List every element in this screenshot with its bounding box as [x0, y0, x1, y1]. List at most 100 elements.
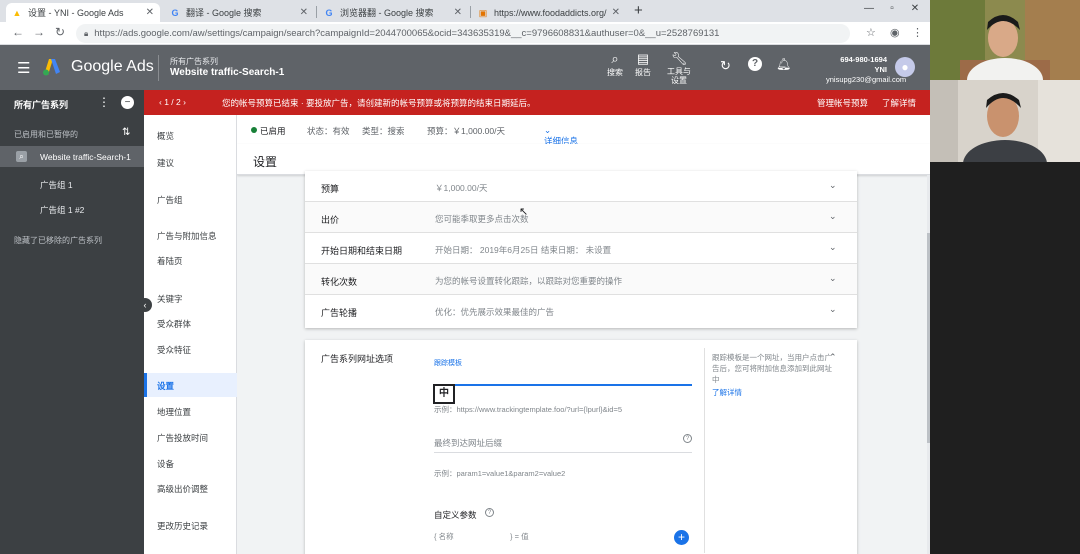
search-button[interactable]: ⌕ 搜索: [602, 51, 628, 78]
google-g-icon: G: [171, 7, 179, 18]
browser-tab-translate[interactable]: G 翻译 - Google 搜索 ✕: [164, 3, 314, 22]
page-menu-bid-adjustments[interactable]: 高级出价调整: [157, 483, 208, 495]
page-menu-landing-pages[interactable]: 着陆页: [157, 255, 183, 267]
tab-strip: ▲ 设置 - YNI - Google Ads ✕ G 翻译 - Google …: [0, 0, 930, 22]
star-icon[interactable]: ☆: [866, 26, 876, 39]
campaign-name[interactable]: Website traffic-Search-1: [170, 67, 284, 78]
reload-icon[interactable]: ↻: [55, 25, 65, 39]
account-info[interactable]: 694-980-1694 YNI ynisupg230@gmail.com: [826, 55, 906, 85]
new-tab-button[interactable]: +: [634, 2, 643, 19]
page-menu-audiences[interactable]: 受众群体: [157, 318, 191, 330]
manage-budget-link[interactable]: 管理帐号预算: [817, 97, 868, 109]
minimize-icon[interactable]: —: [859, 0, 879, 18]
param-value-input[interactable]: } = 值: [510, 531, 529, 542]
page-menu: 概览 建议 广告组 广告与附加信息 着陆页 关键字 受众群体 受众特征 设置 地…: [138, 115, 237, 554]
selected-campaign-item[interactable]: ⌕ Website traffic-Search-1: [0, 146, 144, 167]
setting-row-budget[interactable]: 预算 ￥1,000.00/天 ⌄: [305, 171, 857, 202]
address-bar[interactable]: 🔒︎ https://ads.google.com/aw/settings/ca…: [76, 24, 850, 43]
page-menu-recommendations[interactable]: 建议: [157, 157, 174, 169]
page-title: 设置: [253, 155, 278, 169]
chevron-up-icon[interactable]: ⌃: [829, 352, 837, 363]
bell-icon[interactable]: 🔔︎: [776, 57, 791, 71]
page-menu-locations[interactable]: 地理位置: [157, 406, 191, 418]
menu-icon[interactable]: ⋮: [912, 26, 923, 39]
report-icon: ▤: [636, 51, 650, 66]
main-content: 已启用 状态：有效 类型：搜索 预算：￥1,000.00/天 详细信息 ⌄ 设置…: [237, 115, 930, 554]
setting-row-conversions[interactable]: 转化次数 为您的帐号设置转化跟踪，以跟踪对您重要的操作 ⌄: [305, 264, 857, 295]
help-icon[interactable]: ?: [485, 508, 494, 517]
app-name: Google Ads: [71, 58, 154, 75]
ad-group-item[interactable]: 广告组 1: [40, 179, 73, 191]
google-ads-icon: ▲: [12, 7, 22, 18]
close-icon[interactable]: ✕: [612, 7, 620, 18]
alert-pager[interactable]: ‹ 1 / 2 ›: [159, 97, 186, 107]
learn-more-link[interactable]: 了解详情: [712, 387, 742, 398]
setting-row-bidding[interactable]: 出价 您可能季取更多点击次数 ⌄: [305, 202, 857, 233]
back-icon[interactable]: ←: [12, 25, 24, 39]
add-parameter-button[interactable]: +: [674, 530, 689, 545]
close-icon[interactable]: ✕: [300, 7, 308, 18]
status-enabled[interactable]: 已启用: [260, 125, 286, 137]
help-icon[interactable]: ?: [683, 434, 692, 443]
url-text: https://ads.google.com/aw/settings/campa…: [94, 28, 720, 39]
more-options-icon[interactable]: ⋮: [98, 95, 110, 109]
menu-icon[interactable]: ☰: [17, 59, 30, 77]
help-divider: [704, 348, 705, 553]
page-icon: ▣: [478, 7, 488, 18]
webcam-feed-2: [930, 80, 1080, 162]
setting-row-dates[interactable]: 开始日期和结束日期 开始日期： 2019年6月25日 结束日期： 未设置 ⌄: [305, 233, 857, 264]
avatar[interactable]: ●: [895, 57, 915, 77]
tracking-template-example: 示例：https://www.trackingtemplate.foo/?url…: [434, 405, 623, 414]
collapse-icon[interactable]: ‹: [138, 298, 152, 312]
search-campaign-icon: ⌕: [16, 151, 27, 162]
tracking-template-label: 跟踪模板: [434, 360, 462, 367]
removed-campaigns-note[interactable]: 隐藏了已移除的广告系列: [14, 235, 102, 246]
param-name-input[interactable]: { 名称: [434, 531, 454, 542]
page-menu-overview[interactable]: 概览: [157, 130, 174, 142]
tools-button[interactable]: 🔧︎ 工具与设置: [664, 51, 694, 85]
final-url-suffix-input[interactable]: 最终到达网址后缀: [434, 437, 502, 449]
window-icon[interactable]: ▫: [882, 0, 902, 18]
refresh-icon[interactable]: ↻: [720, 58, 731, 74]
tab-title: https://www.foodaddicts.org/: [494, 7, 607, 18]
page-menu-ads-extensions[interactable]: 广告与附加信息: [157, 230, 217, 242]
webcam-person-2: [930, 80, 1080, 162]
breadcrumb[interactable]: 所有广告系列: [170, 56, 218, 67]
page-menu-keywords[interactable]: 关键字: [157, 293, 183, 305]
ad-group-item[interactable]: 广告组 1 #2: [40, 204, 84, 216]
webcam-feed-1: [930, 0, 1080, 80]
page-menu-devices[interactable]: 设备: [157, 458, 174, 470]
close-icon[interactable]: ✕: [146, 7, 154, 18]
close-icon[interactable]: ✕: [454, 7, 462, 18]
campaign-status-row: 已启用 状态：有效 类型：搜索 预算：￥1,000.00/天 详细信息 ⌄: [237, 115, 930, 146]
profile-icon[interactable]: ◉: [890, 26, 900, 39]
enabled-status-icon: [251, 127, 257, 133]
lock-icon: 🔒︎: [84, 28, 89, 38]
add-icon[interactable]: −: [121, 96, 134, 109]
forward-icon[interactable]: →: [33, 25, 45, 39]
browser-tab-foodaddicts[interactable]: ▣ https://www.foodaddicts.org/ ✕: [472, 3, 626, 22]
details-link[interactable]: 详细信息 ⌄: [544, 125, 578, 146]
tab-title: 设置 - YNI - Google Ads: [28, 8, 124, 18]
page-menu-ad-schedule[interactable]: 广告投放时间: [157, 432, 208, 444]
chevron-down-icon: ⌄: [829, 273, 837, 283]
page-menu-ad-groups[interactable]: 广告组: [157, 194, 183, 206]
tracking-template-input[interactable]: [434, 384, 692, 386]
google-g-icon: G: [325, 7, 333, 18]
campaign-filter[interactable]: 已启用和已暂停的: [14, 129, 78, 140]
learn-more-link[interactable]: 了解详情: [882, 97, 916, 109]
page-menu-change-history[interactable]: 更改历史记录: [157, 520, 208, 532]
page-menu-demographics[interactable]: 受众特征: [157, 344, 191, 356]
browser-tab-browser-translate[interactable]: G 浏览器翻 - Google 搜索 ✕: [318, 3, 468, 22]
setting-row-ad-rotation[interactable]: 广告轮播 优化：优先展示效果最佳的广告 ⌄: [305, 295, 857, 326]
sort-icon[interactable]: ⇅: [122, 127, 130, 138]
chevron-down-icon: ⌄: [829, 211, 837, 221]
report-button[interactable]: ▤ 报告: [630, 51, 656, 78]
wrench-icon: 🔧︎: [670, 51, 688, 66]
browser-tab-google-ads[interactable]: ▲ 设置 - YNI - Google Ads ✕: [6, 3, 160, 22]
help-icon[interactable]: ?: [748, 57, 762, 71]
close-window-icon[interactable]: ✕: [905, 0, 925, 18]
alert-message: 您的帐号预算已结束 · 要投放广告，请创建新的帐号预算或将预算的结束日期延后。: [222, 98, 536, 108]
browser-toolbar: ← → ↻ 🔒︎ https://ads.google.com/aw/setti…: [0, 22, 930, 45]
page-menu-settings[interactable]: 设置: [157, 380, 174, 392]
